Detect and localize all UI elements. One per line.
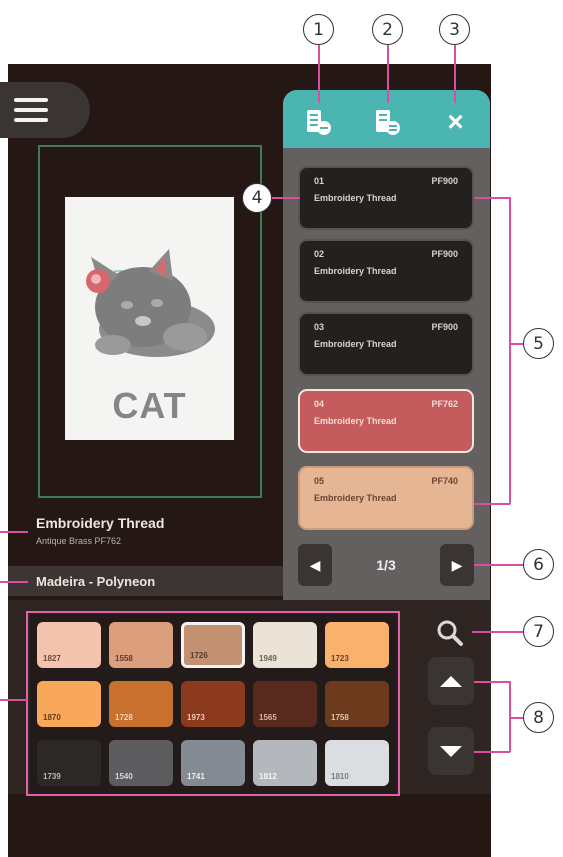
palette-highlight	[26, 611, 400, 796]
thread-index: 05	[314, 476, 325, 486]
thread-code: PF740	[431, 476, 458, 486]
callout-6: 6	[523, 549, 554, 580]
callout-1: 1	[303, 14, 334, 45]
scroll-up-button[interactable]	[428, 657, 474, 705]
callout-line-8b	[474, 751, 510, 753]
callout-4: 4	[242, 183, 272, 213]
search-button[interactable]	[432, 615, 468, 651]
design-label: CAT	[112, 385, 187, 426]
left-callout-line-2	[0, 581, 28, 583]
search-icon	[437, 620, 463, 646]
thread-index: 04	[314, 399, 325, 409]
scroll-down-button[interactable]	[428, 727, 474, 775]
thread-code: PF900	[431, 176, 458, 186]
callout-line-8d	[509, 717, 523, 719]
thread-name: Embroidery Thread	[314, 193, 397, 203]
left-callout-line-3	[0, 699, 28, 701]
screen-bottom	[8, 794, 491, 857]
callout-line-5d	[509, 343, 523, 345]
page-indicator: 1/3	[376, 557, 396, 573]
next-page-button[interactable]: ▶	[440, 544, 474, 586]
arrow-up-icon	[440, 675, 462, 687]
thread-name: Embroidery Thread	[314, 416, 397, 426]
hamburger-icon	[14, 98, 48, 122]
callout-line-5c	[509, 197, 511, 504]
callout-7: 7	[523, 616, 554, 647]
callout-line-8a	[474, 681, 510, 683]
cat-embroidery-image	[86, 249, 215, 357]
callout-line-1	[318, 45, 320, 103]
selected-thread-info: Embroidery Thread Antique Brass PF762	[36, 515, 164, 546]
callout-line-3	[454, 45, 456, 103]
thread-brand-selector[interactable]: Madeira - Polyneon	[8, 566, 308, 596]
callout-line-5a	[474, 197, 510, 199]
thread-card-2[interactable]: 02 PF900 Embroidery Thread	[298, 239, 474, 303]
thread-card-1[interactable]: 01 PF900 Embroidery Thread	[298, 166, 474, 230]
chevron-right-icon: ▶	[451, 556, 463, 573]
thread-subtitle: Antique Brass PF762	[36, 536, 122, 546]
thread-index: 02	[314, 249, 325, 259]
thread-code: PF900	[431, 322, 458, 332]
callout-2: 2	[372, 14, 403, 45]
thread-code: PF900	[431, 249, 458, 259]
arrow-down-icon	[440, 745, 462, 757]
callout-line-7	[472, 631, 524, 633]
menu-button[interactable]	[0, 82, 90, 138]
previous-page-button[interactable]: ◀	[298, 544, 332, 586]
design-preview: CAT	[65, 197, 234, 440]
thread-name: Embroidery Thread	[314, 339, 397, 349]
callout-line-5b	[474, 503, 510, 505]
callout-line-2	[387, 45, 389, 103]
close-icon[interactable]: ×	[441, 107, 471, 137]
chevron-left-icon: ◀	[309, 556, 321, 573]
thread-card-4-selected[interactable]: 04 PF762 Embroidery Thread	[298, 389, 474, 453]
thread-swap-icon[interactable]	[372, 107, 402, 137]
thread-name: Embroidery Thread	[314, 266, 397, 276]
callout-8: 8	[523, 702, 554, 733]
thread-brand-label: Madeira - Polyneon	[36, 573, 156, 589]
thread-title: Embroidery Thread	[36, 515, 165, 531]
thread-index: 03	[314, 322, 325, 332]
thread-name: Embroidery Thread	[314, 493, 397, 503]
callout-3: 3	[439, 14, 470, 45]
thread-card-3[interactable]: 03 PF900 Embroidery Thread	[298, 312, 474, 376]
thread-list-icon[interactable]	[303, 107, 333, 137]
callout-line-6	[474, 564, 524, 566]
thread-index: 01	[314, 176, 325, 186]
thread-pager: ◀ 1/3 ▶	[298, 542, 474, 588]
thread-code: PF762	[431, 399, 458, 409]
callout-5: 5	[523, 328, 554, 359]
thread-card-5[interactable]: 05 PF740 Embroidery Thread	[298, 466, 474, 530]
callout-line-4	[272, 197, 300, 199]
left-callout-line-1	[0, 531, 28, 533]
